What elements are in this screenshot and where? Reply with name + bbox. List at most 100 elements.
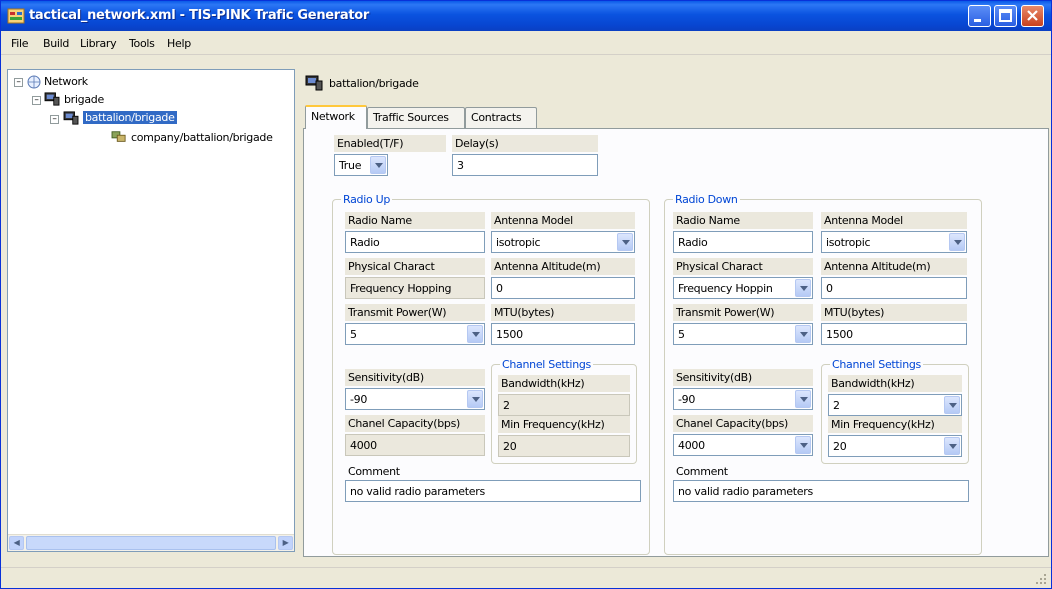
chevron-down-icon[interactable] bbox=[467, 325, 483, 343]
panel-title: battalion/brigade bbox=[329, 77, 419, 90]
menu-build[interactable]: Build bbox=[43, 37, 69, 50]
channel-settings-group: Channel Settings Bandwidth(kHz) 2 Min Fr… bbox=[491, 358, 637, 464]
tree-horizontal-scrollbar[interactable]: ◀ ▶ bbox=[8, 534, 294, 551]
tree-node-network[interactable]: – Network bbox=[8, 74, 288, 90]
radio-down-title: Radio Down bbox=[673, 193, 740, 206]
antenna-model-value: isotropic bbox=[496, 236, 541, 249]
network-tab-content: Enabled(T/F) True Delay(s) 3 Radio Up Ra… bbox=[303, 128, 1049, 557]
status-bar bbox=[1, 567, 1051, 588]
antenna-altitude-input[interactable]: 0 bbox=[821, 277, 967, 299]
mtu-input[interactable]: 1500 bbox=[821, 323, 967, 345]
min-frequency-label: Min Frequency(kHz) bbox=[498, 416, 630, 433]
sensitivity-select[interactable]: -90 bbox=[673, 388, 813, 410]
enabled-label: Enabled(T/F) bbox=[334, 135, 446, 152]
resize-grip-icon[interactable] bbox=[1035, 573, 1047, 585]
channel-capacity-label: Chanel Capacity(bps) bbox=[345, 415, 485, 432]
chevron-down-icon[interactable] bbox=[795, 325, 811, 343]
delay-label: Delay(s) bbox=[452, 135, 598, 152]
scroll-thumb[interactable] bbox=[26, 536, 276, 550]
comment-input[interactable]: no valid radio parameters bbox=[345, 480, 641, 502]
tree-node-battalion[interactable]: – battalion/brigade bbox=[8, 111, 288, 127]
tab-network[interactable]: Network bbox=[305, 105, 367, 129]
transmit-power-label: Transmit Power(W) bbox=[345, 304, 485, 321]
comment-input[interactable]: no valid radio parameters bbox=[673, 480, 969, 502]
enabled-select[interactable]: True bbox=[334, 154, 388, 176]
app-window: tactical_network.xml - TIS-PINK Trafic G… bbox=[0, 0, 1052, 589]
enabled-value: True bbox=[339, 159, 362, 172]
min-frequency-select[interactable]: 20 bbox=[828, 435, 962, 457]
radio-name-input[interactable]: Radio bbox=[345, 231, 485, 253]
physical-charact-select[interactable]: Frequency Hoppin bbox=[673, 277, 813, 299]
radio-up-group: Radio Up Radio Name Radio Antenna Model … bbox=[332, 193, 650, 555]
tree-expander[interactable]: – bbox=[50, 115, 59, 124]
antenna-altitude-label: Antenna Altitude(m) bbox=[491, 258, 635, 275]
antenna-altitude-input[interactable]: 0 bbox=[491, 277, 635, 299]
minimize-button[interactable] bbox=[968, 5, 991, 27]
antenna-model-label: Antenna Model bbox=[821, 212, 967, 229]
menu-tools[interactable]: Tools bbox=[129, 37, 155, 50]
tree-node-brigade[interactable]: – brigade bbox=[8, 92, 288, 108]
tree-node-label: Network bbox=[44, 75, 88, 88]
chevron-down-icon[interactable] bbox=[795, 279, 811, 297]
min-frequency-value: 20 bbox=[833, 440, 847, 453]
bandwidth-select[interactable]: 2 bbox=[828, 394, 962, 416]
chevron-down-icon[interactable] bbox=[949, 233, 965, 251]
tab-contracts[interactable]: Contracts bbox=[465, 107, 537, 128]
antenna-model-value: isotropic bbox=[826, 236, 871, 249]
chevron-down-icon[interactable] bbox=[944, 396, 960, 414]
channel-capacity-value: 4000 bbox=[678, 439, 705, 452]
antenna-model-select[interactable]: isotropic bbox=[491, 231, 635, 253]
tree-expander[interactable]: – bbox=[14, 78, 23, 87]
radio-name-label: Radio Name bbox=[673, 212, 813, 229]
bandwidth-field: 2 bbox=[498, 394, 630, 416]
comment-label: Comment bbox=[348, 465, 400, 478]
tree-node-label: brigade bbox=[64, 93, 104, 106]
antenna-model-select[interactable]: isotropic bbox=[821, 231, 967, 253]
bandwidth-label: Bandwidth(kHz) bbox=[828, 375, 962, 392]
channel-settings-title: Channel Settings bbox=[830, 358, 923, 371]
transmit-power-select[interactable]: 5 bbox=[673, 323, 813, 345]
radio-name-input[interactable]: Radio bbox=[673, 231, 813, 253]
mtu-label: MTU(bytes) bbox=[821, 304, 967, 321]
sensitivity-value: -90 bbox=[678, 393, 696, 406]
comment-label: Comment bbox=[676, 465, 728, 478]
tree-expander[interactable]: – bbox=[32, 96, 41, 105]
delay-input[interactable]: 3 bbox=[452, 154, 598, 176]
scroll-right-icon[interactable]: ▶ bbox=[278, 536, 293, 550]
title-bar[interactable]: tactical_network.xml - TIS-PINK Trafic G… bbox=[1, 1, 1051, 31]
bandwidth-label: Bandwidth(kHz) bbox=[498, 375, 630, 392]
radio-down-group: Radio Down Radio Name Radio Antenna Mode… bbox=[664, 193, 982, 555]
tree-node-company[interactable]: company/battalion/brigade bbox=[8, 130, 294, 146]
physical-charact-value: Frequency Hoppin bbox=[678, 282, 773, 295]
close-button[interactable] bbox=[1021, 5, 1044, 27]
chevron-down-icon[interactable] bbox=[944, 437, 960, 455]
sensitivity-select[interactable]: -90 bbox=[345, 388, 485, 410]
tab-traffic-sources[interactable]: Traffic Sources bbox=[367, 107, 465, 128]
physical-charact-field: Frequency Hopping bbox=[345, 277, 485, 299]
scroll-left-icon[interactable]: ◀ bbox=[9, 536, 24, 550]
channel-capacity-select[interactable]: 4000 bbox=[673, 434, 813, 456]
chevron-down-icon[interactable] bbox=[370, 156, 386, 174]
chevron-down-icon[interactable] bbox=[795, 390, 811, 408]
network-tree[interactable]: – Network – brigade – battalion/brigade … bbox=[7, 69, 295, 552]
maximize-button[interactable] bbox=[994, 5, 1017, 27]
chevron-down-icon[interactable] bbox=[467, 390, 483, 408]
chevron-down-icon[interactable] bbox=[617, 233, 633, 251]
company-group-icon bbox=[111, 131, 126, 142]
transmit-power-value: 5 bbox=[678, 328, 685, 341]
bandwidth-value: 2 bbox=[833, 399, 840, 412]
chevron-down-icon[interactable] bbox=[795, 436, 811, 454]
computer-node-icon bbox=[305, 75, 323, 91]
radio-up-title: Radio Up bbox=[341, 193, 393, 206]
mtu-input[interactable]: 1500 bbox=[491, 323, 635, 345]
maximize-icon bbox=[999, 9, 1012, 22]
menu-library[interactable]: Library bbox=[80, 37, 117, 50]
sensitivity-value: -90 bbox=[350, 393, 368, 406]
transmit-power-select[interactable]: 5 bbox=[345, 323, 485, 345]
tree-node-label: company/battalion/brigade bbox=[131, 131, 273, 144]
menu-help[interactable]: Help bbox=[167, 37, 191, 50]
min-frequency-label: Min Frequency(kHz) bbox=[828, 416, 962, 433]
antenna-model-label: Antenna Model bbox=[491, 212, 635, 229]
min-frequency-field: 20 bbox=[498, 435, 630, 457]
menu-file[interactable]: File bbox=[11, 37, 29, 50]
